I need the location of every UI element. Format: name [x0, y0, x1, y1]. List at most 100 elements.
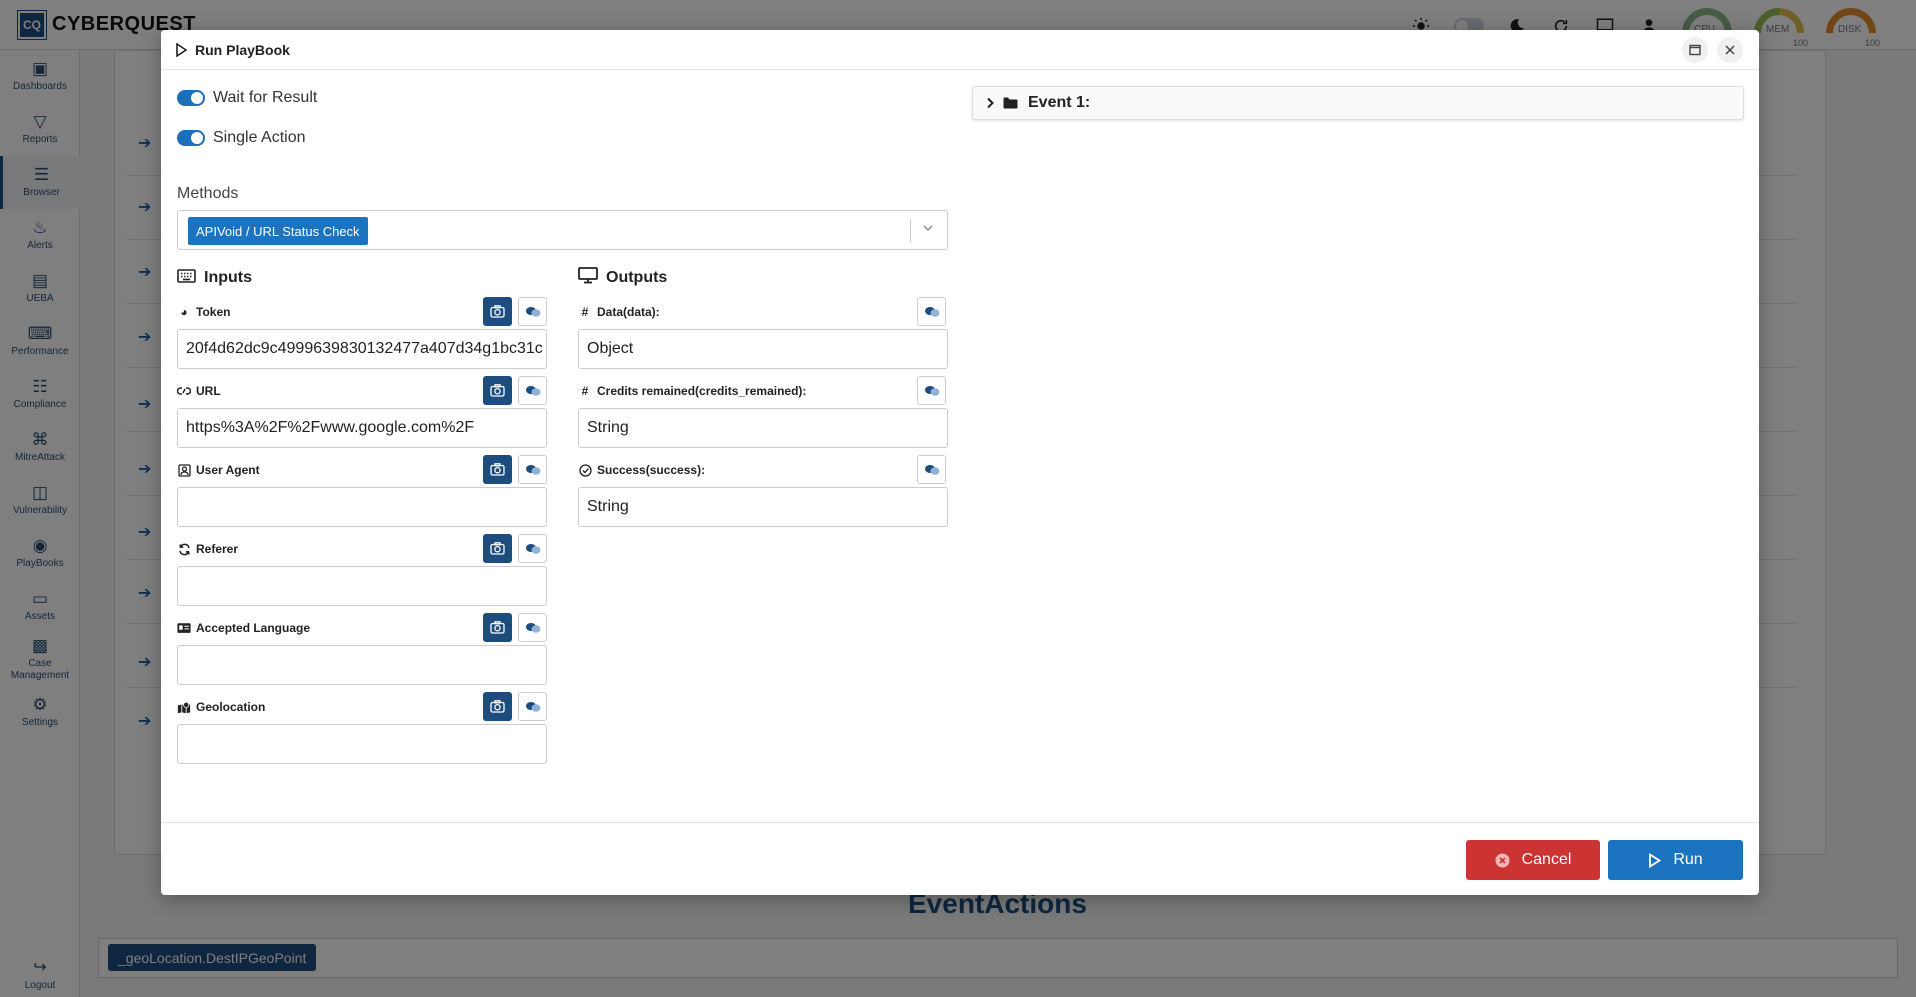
modal-title: Run PlayBook	[195, 41, 290, 58]
check-circle-icon	[578, 463, 592, 477]
camera-icon	[490, 542, 505, 555]
variable-icon	[525, 543, 540, 554]
refresh-icon	[177, 543, 191, 556]
variable-icon	[525, 306, 540, 317]
user-badge-icon	[177, 463, 191, 477]
referer-label: Referer	[177, 542, 238, 556]
accepted-language-label-text: Accepted Language	[196, 621, 311, 635]
variable-icon	[525, 464, 540, 475]
wait-for-result-label: Wait for Result	[213, 89, 318, 106]
referer-input[interactable]	[177, 566, 547, 606]
geolocation-label-text: Geolocation	[196, 700, 266, 714]
close-button[interactable]	[1717, 37, 1743, 63]
accepted-language-camera-button[interactable]	[483, 613, 512, 642]
single-action-toggle[interactable]	[177, 130, 205, 146]
accepted-language-label: Accepted Language	[177, 621, 310, 635]
success-output-variable-button[interactable]	[917, 455, 946, 484]
token-variable-button[interactable]	[518, 297, 547, 326]
palette-icon: ◕	[180, 305, 188, 319]
method-chip[interactable]: APIVoid / URL Status Check	[188, 217, 368, 245]
data-output-variable-button[interactable]	[917, 297, 946, 326]
variable-icon	[525, 622, 540, 633]
camera-icon	[490, 621, 505, 634]
chevron-right-icon[interactable]	[985, 97, 995, 109]
maximize-button[interactable]	[1682, 37, 1708, 63]
play-icon	[1648, 852, 1662, 868]
event-label: Event 1:	[1028, 94, 1091, 111]
user-agent-label-text: User Agent	[196, 463, 260, 477]
referer-label-text: Referer	[196, 542, 239, 556]
play-icon	[175, 42, 187, 57]
run-label: Run	[1673, 851, 1703, 868]
variable-icon	[924, 385, 939, 396]
geolocation-variable-button[interactable]	[518, 692, 547, 721]
event-accordion[interactable]: Event 1:	[972, 86, 1744, 120]
hash-icon: #	[581, 305, 589, 319]
success-output-field[interactable]: String	[578, 487, 948, 527]
select-divider	[910, 219, 911, 243]
token-input[interactable]: 20f4d62dc9c4999639830132477a407d34g1bc31…	[177, 329, 547, 369]
wait-for-result-row: Wait for Result	[177, 89, 317, 107]
id-card-icon	[177, 622, 191, 634]
user-agent-label: User Agent	[177, 463, 260, 477]
keyboard-icon	[177, 267, 196, 288]
data-output-label-text: Data(data):	[597, 305, 660, 319]
referer-variable-button[interactable]	[518, 534, 547, 563]
outputs-title: Outputs	[606, 269, 668, 286]
credits-remained-output-field[interactable]: String	[578, 408, 948, 448]
inputs-section-title: Inputs	[177, 267, 252, 288]
token-label: ◕ Token	[177, 305, 230, 319]
run-button[interactable]: Run	[1608, 840, 1743, 880]
modal-footer: Cancel Run	[161, 822, 1759, 895]
user-agent-camera-button[interactable]	[483, 455, 512, 484]
chevron-down-icon[interactable]	[921, 221, 935, 235]
camera-icon	[490, 463, 505, 476]
referer-camera-button[interactable]	[483, 534, 512, 563]
camera-icon	[490, 305, 505, 318]
credits-remained-output-label: # Credits remained(credits_remained):	[578, 384, 807, 398]
credits-remained-variable-button[interactable]	[917, 376, 946, 405]
url-variable-button[interactable]	[518, 376, 547, 405]
run-playbook-modal: Run PlayBook Wait for Result Single Acti…	[161, 30, 1759, 895]
variable-icon	[924, 464, 939, 475]
user-agent-input[interactable]	[177, 487, 547, 527]
variable-icon	[924, 306, 939, 317]
outputs-section-title: Outputs	[578, 267, 667, 289]
cancel-label: Cancel	[1521, 851, 1572, 868]
token-label-text: Token	[196, 305, 231, 319]
url-input[interactable]: https%3A%2F%2Fwww.google.com%2F	[177, 408, 547, 448]
monitor-icon	[578, 267, 598, 289]
methods-label: Methods	[177, 185, 239, 202]
single-action-label: Single Action	[213, 129, 306, 146]
geolocation-input[interactable]	[177, 724, 547, 764]
hash-icon: #	[581, 384, 589, 398]
data-output-label: # Data(data):	[578, 305, 660, 319]
camera-icon	[490, 384, 505, 397]
camera-icon	[490, 700, 505, 713]
modal-header: Run PlayBook	[161, 30, 1759, 70]
map-location-icon	[177, 701, 191, 714]
inputs-title: Inputs	[204, 268, 252, 286]
geolocation-camera-button[interactable]	[483, 692, 512, 721]
url-label-text: URL	[196, 384, 221, 398]
data-output-field[interactable]: Object	[578, 329, 948, 369]
cancel-button[interactable]: Cancel	[1466, 840, 1600, 880]
accepted-language-input[interactable]	[177, 645, 547, 685]
user-agent-variable-button[interactable]	[518, 455, 547, 484]
success-output-label: Success(success):	[578, 463, 705, 477]
token-camera-button[interactable]	[483, 297, 512, 326]
url-label: URL	[177, 384, 221, 398]
folder-icon	[1003, 97, 1018, 109]
variable-icon	[525, 385, 540, 396]
geolocation-label: Geolocation	[177, 700, 265, 714]
success-output-label-text: Success(success):	[597, 463, 706, 477]
wait-for-result-toggle[interactable]	[177, 90, 205, 106]
variable-icon	[525, 701, 540, 712]
accepted-language-variable-button[interactable]	[518, 613, 547, 642]
methods-select[interactable]: APIVoid / URL Status Check	[177, 210, 948, 250]
single-action-row: Single Action	[177, 129, 306, 147]
cancel-circle-icon	[1495, 853, 1510, 868]
url-camera-button[interactable]	[483, 376, 512, 405]
credits-remained-output-label-text: Credits remained(credits_remained):	[597, 384, 807, 398]
link-icon	[177, 385, 191, 397]
